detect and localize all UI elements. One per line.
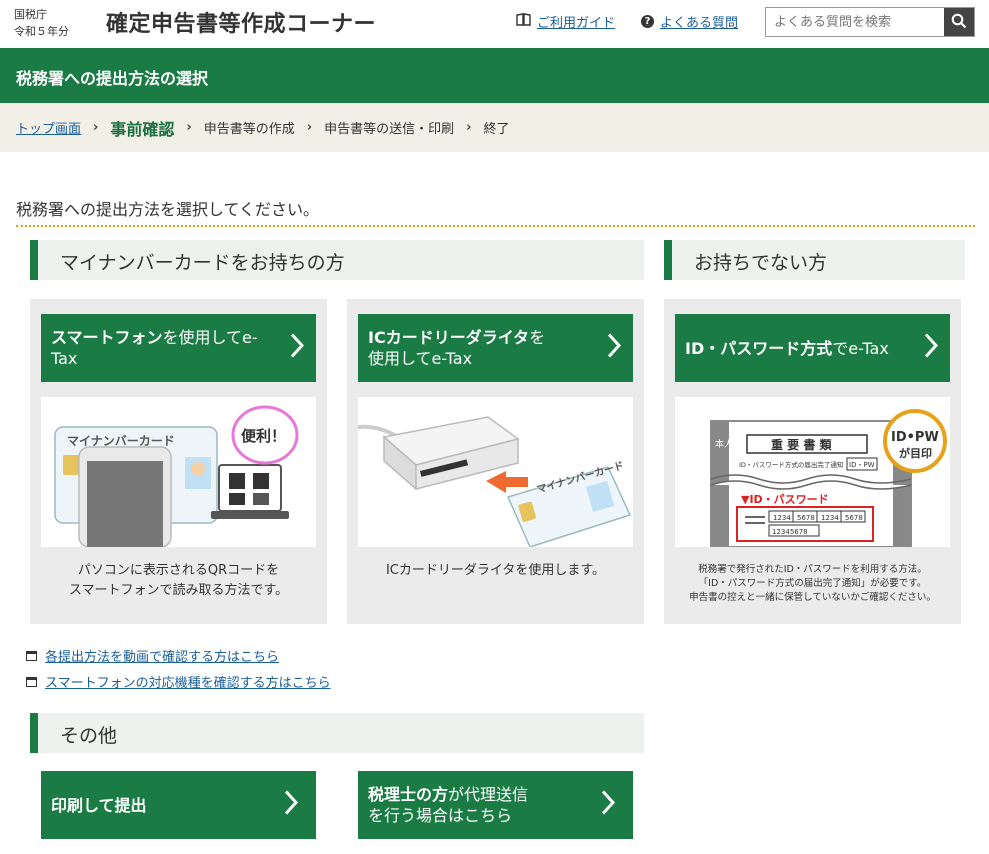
doc-subtitle: ID・パスワード方式の届出完了通知 [739,460,843,469]
section-title: その他 [60,725,118,747]
code-cell: 1234 [821,514,839,522]
faq-search [765,7,975,37]
section-title: マイナンバーカードをお持ちの方 [60,252,345,274]
smartphone-etax-button[interactable]: スマートフォンを使用してe-Tax [41,314,316,382]
chevron-right-icon [607,333,622,364]
icreader-illustration: マイナンバーカード [358,397,633,547]
code-cell: 5678 [797,514,815,522]
site-header: 国税庁 令和５年分 確定申告書等作成コーナー ご利用ガイド ? よくある質問 [0,0,989,48]
option-card-idpw: ID・パスワード方式でe-Tax 本人用 本人用 重 要 書 類 ID・パスワー… [664,299,961,624]
icreader-etax-button[interactable]: ICカードリーダライタを 使用してe-Tax [358,314,633,382]
card-description: 税務署で発行されたID・パスワードを利用する方法。 「ID・パスワード方式の届出… [675,563,950,605]
section-mynumber: マイナンバーカードをお持ちの方 [30,240,644,280]
breadcrumb-top[interactable]: トップ画面 [16,118,81,137]
description-line: ICカードリーダライタを使用します。 [385,563,606,578]
page-heading-band: 税務署への提出方法の選択 [0,48,989,103]
chevron-right-icon: › [466,120,472,135]
chevron-right-icon: › [186,120,192,135]
description-line: スマートフォンで読み取る方法です。 [68,583,289,598]
agency-name: 国税庁 [14,8,47,21]
button-label: スマートフォンを使用してe-Tax [51,327,282,369]
pw-label: ▼ID・パスワード [741,493,829,506]
button-label: 印刷して提出 [51,795,147,815]
badge-text: が目印 [899,446,932,460]
smartphone-models-link[interactable]: スマートフォンの対応機種を確認する方はこちら [26,672,331,691]
badge-text: ID•PW [891,430,939,445]
video-guide-link[interactable]: 各提出方法を動画で確認する方はこちら [26,646,279,665]
chevron-right-icon [290,333,305,364]
button-label-rest: を [529,328,546,347]
breadcrumb-step: 申告書等の送信・印刷 [324,122,455,137]
code-cell-long: 12345678 [772,528,808,536]
code-cell: 5678 [845,514,863,522]
section-title: お持ちでない方 [694,252,828,274]
chevron-right-icon: › [93,120,99,135]
option-card-smartphone: スマートフォンを使用してe-Tax マイナンバーカード 便利！ パソコンに表示さ… [30,299,327,624]
instruction-text: 税務署への提出方法を選択してください。 [16,200,320,219]
chevron-right-icon: › [306,120,313,135]
guide-link[interactable]: ご利用ガイド [516,12,615,31]
idpw-illustration: 本人用 本人用 重 要 書 類 ID・パスワード方式の届出完了通知 ID・PW … [675,397,950,547]
print-submit-button[interactable]: 印刷して提出 [41,771,316,839]
search-button[interactable] [944,8,974,36]
idpw-box-text: ID・PW [849,461,875,469]
chevron-right-icon [924,333,939,364]
faq-link-label: よくある質問 [660,16,739,31]
code-cell: 1234 [773,514,791,522]
button-label-bold: ID・パスワード方式 [685,338,833,358]
app-title: 確定申告書等作成コーナー [106,12,377,37]
tax-accountant-button[interactable]: 税理士の方が代理送信 を行う場合はこちら [358,771,633,839]
breadcrumb-current: 事前確認 [110,119,175,139]
description-line: パソコンに表示されるQRコードを [77,563,280,578]
chevron-right-icon [601,790,616,821]
button-label-rest: でe-Tax [832,338,889,358]
breadcrumb: トップ画面 › 事前確認 › 申告書等の作成 › 申告書等の送信・印刷 › 終了 [0,103,989,152]
section-other: その他 [30,713,644,753]
side-label: 本人用 [715,438,742,450]
card-description: ICカードリーダライタを使用します。 [358,561,633,581]
bubble-text: 便利！ [241,427,286,445]
divider [16,225,975,227]
button-label-line2: 使用してe-Tax [368,349,473,368]
search-input[interactable] [766,8,944,36]
link-label: スマートフォンの対応機種を確認する方はこちら [45,676,331,691]
button-label-rest: が代理送信 [448,785,529,804]
description-line: 税務署で発行されたID・パスワードを利用する方法。 [698,564,927,575]
guide-link-label: ご利用ガイド [537,16,616,31]
description-line: 申告書の控えと一緒に保管していないかご確認ください。 [689,592,936,603]
idpw-etax-button[interactable]: ID・パスワード方式でe-Tax [675,314,950,382]
button-label: 税理士の方が代理送信 を行う場合はこちら [368,784,528,826]
button-label: ID・パスワード方式でe-Tax [685,338,889,359]
breadcrumb-step: 申告書等の作成 [203,122,295,137]
window-icon [26,676,37,687]
page-title: 税務署への提出方法の選択 [16,69,209,88]
book-icon [516,13,531,30]
tax-year: 令和５年分 [14,25,69,38]
smartphone-illustration: マイナンバーカード 便利！ [41,397,316,547]
button-label-bold: スマートフォン [51,328,163,347]
search-icon [951,13,967,32]
faq-link[interactable]: ? よくある質問 [641,12,738,31]
chevron-right-icon [284,790,299,821]
button-label: ICカードリーダライタを 使用してe-Tax [368,327,545,369]
button-label-bold: 税理士の方 [368,785,449,804]
agency-label: 国税庁 令和５年分 [14,6,69,40]
description-line: 「ID・パスワード方式の届出完了通知」が必要です。 [698,578,927,589]
link-label: 各提出方法を動画で確認する方はこちら [45,650,280,665]
section-nocard: お持ちでない方 [664,240,965,280]
question-icon: ? [641,15,654,28]
card-description: パソコンに表示されるQRコードを スマートフォンで読み取る方法です。 [41,561,316,601]
window-icon [26,650,37,661]
option-card-icreader: ICカードリーダライタを 使用してe-Tax マイナンバーカード ICカードリー… [347,299,644,624]
button-label-bold: ICカードリーダライタ [368,328,530,347]
breadcrumb-step: 終了 [483,122,510,137]
button-label-line2: を行う場合はこちら [368,806,513,825]
doc-title: 重 要 書 類 [771,437,833,452]
card-text: マイナンバーカード [67,434,175,448]
